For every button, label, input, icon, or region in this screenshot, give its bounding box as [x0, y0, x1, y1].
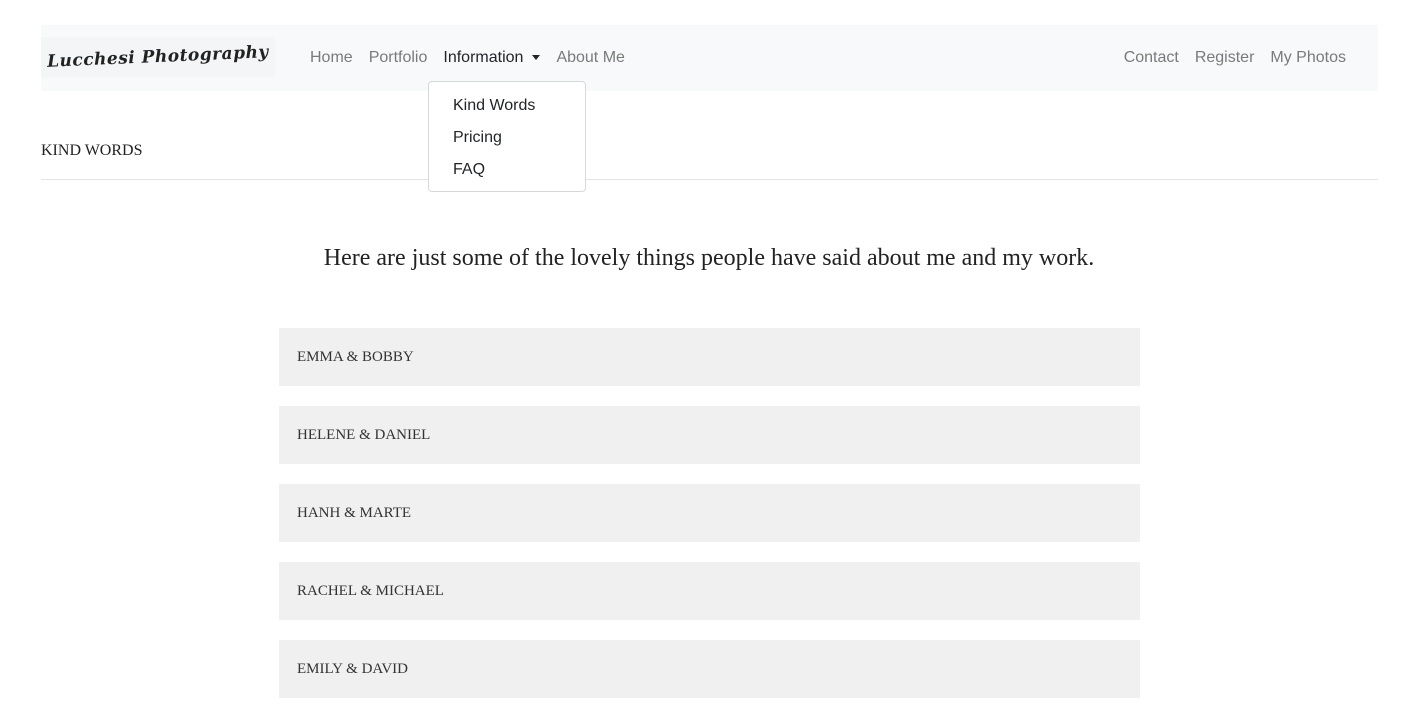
testimonial-title: HANH & MARTE [297, 504, 412, 521]
information-dropdown-menu: Kind Words Pricing FAQ [428, 81, 586, 192]
dropdown-item-faq[interactable]: FAQ [429, 154, 585, 186]
nav-link-register[interactable]: Register [1187, 49, 1263, 67]
caret-down-icon [532, 54, 541, 60]
navbar: Lucchesi Photography Home Portfolio Info… [41, 25, 1378, 91]
page-title: KIND WORDS [41, 142, 143, 159]
brand-logo-text: Lucchesi Photography [46, 42, 270, 72]
nav-link-about-me[interactable]: About Me [548, 49, 632, 67]
testimonial-item[interactable]: RACHEL & MICHAEL [279, 562, 1140, 620]
nav-link-my-photos[interactable]: My Photos [1262, 49, 1354, 67]
nav-dropdown-information-label: Information [443, 49, 524, 66]
nav-link-home[interactable]: Home [302, 49, 361, 67]
heading-divider [41, 179, 1378, 180]
dropdown-item-kind-words[interactable]: Kind Words [429, 90, 585, 122]
testimonial-title: HELENE & DANIEL [297, 426, 431, 443]
nav-link-portfolio[interactable]: Portfolio [361, 49, 436, 67]
testimonials-accordion: EMMA & BOBBY HELENE & DANIEL HANH & MART… [279, 328, 1140, 708]
dropdown-item-pricing[interactable]: Pricing [429, 122, 585, 154]
testimonial-title: EMMA & BOBBY [297, 348, 414, 365]
testimonial-title: RACHEL & MICHAEL [297, 582, 444, 599]
testimonial-item[interactable]: HANH & MARTE [279, 484, 1140, 542]
testimonial-item[interactable]: EMMA & BOBBY [279, 328, 1140, 386]
testimonial-item[interactable]: HELENE & DANIEL [279, 406, 1140, 464]
testimonial-title: EMILY & DAVID [297, 660, 408, 677]
nav-link-contact[interactable]: Contact [1116, 49, 1187, 67]
testimonial-item[interactable]: EMILY & DAVID [279, 640, 1140, 698]
nav-dropdown-information[interactable]: Information [435, 49, 548, 67]
brand-logo[interactable]: Lucchesi Photography [41, 37, 275, 77]
intro-text: Here are just some of the lovely things … [323, 245, 1095, 271]
nav-right: Contact Register My Photos [1116, 25, 1354, 91]
